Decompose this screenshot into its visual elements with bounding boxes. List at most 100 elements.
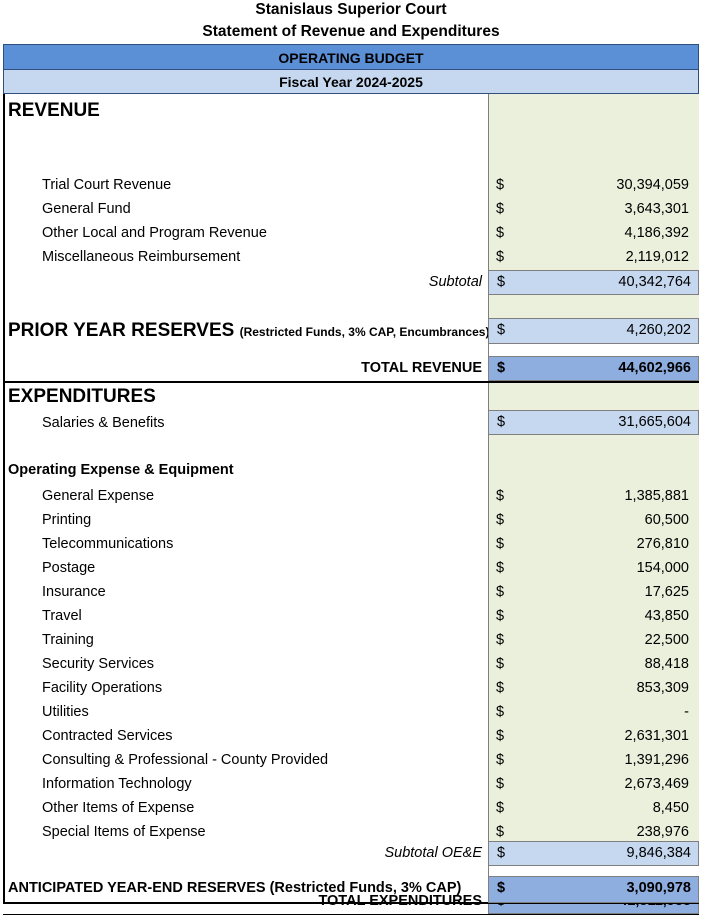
currency-symbol: $ — [497, 414, 506, 430]
currency-symbol: $ — [496, 512, 505, 528]
line-item-value: 2,119,012 — [625, 249, 689, 265]
line-item-value: 30,394,059 — [616, 177, 689, 193]
line-item-label: Security Services — [42, 656, 155, 672]
line-item-row: Trial Court Revenue $30,394,059 — [5, 174, 697, 198]
prior-reserves-note: (Restricted Funds, 3% CAP, Encumbrances) — [239, 325, 490, 339]
salaries-value: 31,665,604 — [618, 414, 691, 430]
prior-reserves-cell: $ 4,260,202 — [488, 318, 699, 344]
currency-symbol: $ — [496, 584, 505, 600]
currency-symbol: $ — [496, 488, 505, 504]
line-item-value: 8,450 — [652, 800, 689, 816]
line-item-label: Information Technology — [42, 776, 192, 792]
revenue-subtotal-value: 40,342,764 — [618, 274, 691, 290]
currency-symbol: $ — [496, 728, 505, 744]
prior-reserves-title: PRIOR YEAR RESERVES — [8, 320, 235, 341]
currency-symbol: $ — [496, 776, 505, 792]
currency-symbol: $ — [496, 608, 505, 624]
line-item-value: - — [684, 704, 689, 720]
revenue-subtotal-cell: $ 40,342,764 — [488, 270, 699, 295]
line-item-row: Miscellaneous Reimbursement $2,119,012 — [5, 246, 697, 270]
line-item-value: 1,391,296 — [624, 752, 689, 768]
budget-sheet: OPERATING BUDGET Fiscal Year 2024-2025 R… — [3, 44, 699, 915]
line-item-label: Trial Court Revenue — [42, 177, 172, 193]
prior-reserves-heading: PRIOR YEAR RESERVES (Restricted Funds, 3… — [8, 320, 489, 342]
line-item-value: 154,000 — [636, 560, 689, 576]
line-item-row: General Fund $3,643,301 — [5, 198, 697, 222]
line-item-row: Facility Operations $853,309 — [5, 677, 697, 701]
line-item-value: 4,186,392 — [624, 225, 689, 241]
currency-symbol: $ — [497, 880, 506, 896]
currency-symbol: $ — [496, 680, 505, 696]
salaries-cell: $ 31,665,604 — [488, 410, 699, 435]
line-item-label: Printing — [42, 512, 92, 528]
line-item-label: Miscellaneous Reimbursement — [42, 249, 241, 265]
statement-title: Statement of Revenue and Expenditures — [202, 23, 500, 40]
statement-body: REVENUE Trial Court Revenue $30,394,059 Ge… — [3, 94, 699, 915]
line-item-label: Telecommunications — [42, 536, 174, 552]
year-end-reserves-cell: $ 3,090,978 — [488, 876, 699, 903]
line-item-value: 853,309 — [636, 680, 689, 696]
line-item-label: Postage — [42, 560, 96, 576]
currency-symbol: $ — [496, 249, 505, 265]
currency-symbol: $ — [496, 656, 505, 672]
line-item-label: Consulting & Professional - County Provi… — [42, 752, 329, 768]
line-item-row: Training $22,500 — [5, 629, 697, 653]
line-item-row: Insurance $17,625 — [5, 581, 697, 605]
line-item-value: 1,385,881 — [624, 488, 689, 504]
currency-symbol: $ — [496, 752, 505, 768]
oee-subtotal-label: Subtotal OE&E — [384, 845, 482, 861]
section-divider — [3, 381, 699, 383]
line-item-row: Postage $154,000 — [5, 557, 697, 581]
line-item-row: Security Services $88,418 — [5, 653, 697, 677]
line-item-row: Other Local and Program Revenue $4,186,39… — [5, 222, 697, 246]
line-item-label: Insurance — [42, 584, 106, 600]
total-revenue-cell: $ 44,602,966 — [488, 356, 699, 381]
currency-symbol: $ — [497, 360, 506, 376]
total-revenue-label: TOTAL REVENUE — [361, 360, 482, 376]
oee-subtotal-cell: $ 9,846,384 — [488, 841, 699, 866]
line-item-value: 60,500 — [644, 512, 689, 528]
line-item-row: Utilities $ - — [5, 701, 697, 725]
currency-symbol: $ — [496, 536, 505, 552]
line-item-label: Travel — [42, 608, 82, 624]
line-item-label: Other Local and Program Revenue — [42, 225, 267, 241]
year-end-reserves-value: 3,090,978 — [626, 880, 691, 896]
line-item-value: 43,850 — [644, 608, 689, 624]
currency-symbol: $ — [496, 800, 505, 816]
line-item-row: General Expense $1,385,881 — [5, 485, 697, 509]
currency-symbol: $ — [496, 560, 505, 576]
line-item-row: Travel $43,850 — [5, 605, 697, 629]
currency-symbol: $ — [496, 177, 505, 193]
line-item-value: 88,418 — [644, 656, 689, 672]
line-item-value: 3,643,301 — [624, 201, 689, 217]
line-item-value: 276,810 — [636, 536, 689, 552]
line-item-label: Utilities — [42, 704, 89, 720]
line-item-label: Training — [42, 632, 94, 648]
salaries-label: Salaries & Benefits — [42, 415, 165, 431]
line-item-row: Consulting & Professional - County Provi… — [5, 749, 697, 773]
expenditures-heading: EXPENDITURES — [8, 386, 156, 407]
fiscal-year-band: Fiscal Year 2024-2025 — [3, 70, 699, 94]
total-revenue-value: 44,602,966 — [618, 360, 691, 376]
line-item-label: Other Items of Expense — [42, 800, 195, 816]
currency-symbol: $ — [496, 704, 505, 720]
line-item-label: Facility Operations — [42, 680, 163, 696]
line-item-row: Printing $60,500 — [5, 509, 697, 533]
year-end-reserves-label: ANTICIPATED YEAR-END RESERVES (Restricte… — [8, 880, 462, 896]
line-item-value: 17,625 — [644, 584, 689, 600]
prior-reserves-value: 4,260,202 — [626, 322, 691, 338]
currency-symbol: $ — [497, 322, 506, 338]
line-item-label: Special Items of Expense — [42, 824, 206, 840]
currency-symbol: $ — [496, 225, 505, 241]
line-item-value: 2,631,301 — [624, 728, 689, 744]
currency-symbol: $ — [496, 824, 505, 840]
currency-symbol: $ — [497, 845, 506, 861]
line-item-row: Contracted Services $2,631,301 — [5, 725, 697, 749]
line-item-row: Information Technology $2,673,469 — [5, 773, 697, 797]
revenue-subtotal-label: Subtotal — [428, 274, 482, 290]
year-end-reserves-row: ANTICIPATED YEAR-END RESERVES (Restricte… — [3, 876, 699, 904]
currency-symbol: $ — [497, 274, 506, 290]
line-item-label: General Expense — [42, 488, 155, 504]
oee-subtotal-value: 9,846,384 — [626, 845, 691, 861]
line-item-value: 2,673,469 — [624, 776, 689, 792]
